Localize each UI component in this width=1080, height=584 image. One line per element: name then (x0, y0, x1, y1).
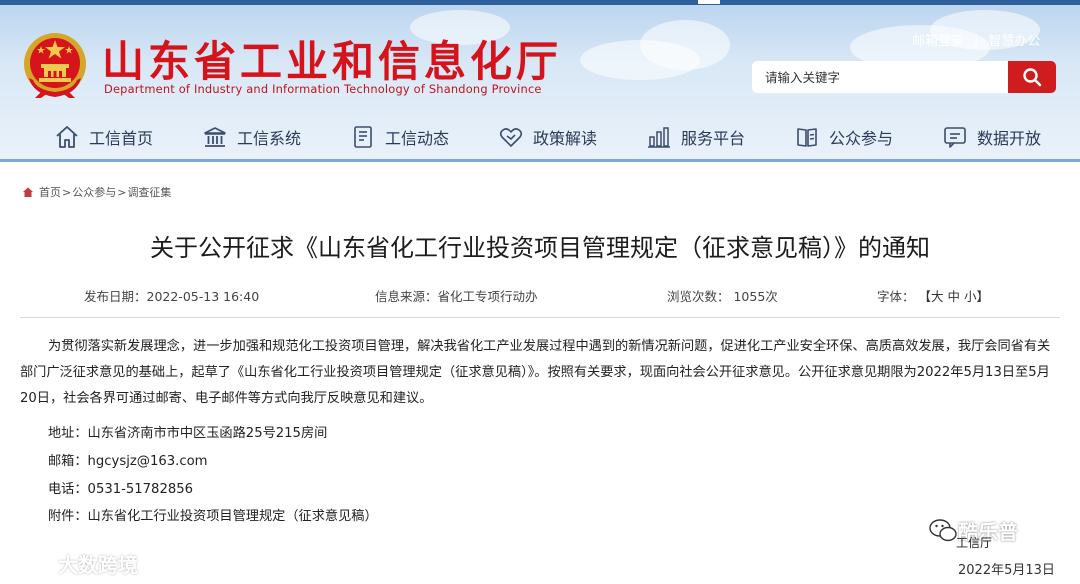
nav-item-policy[interactable]: 政策解读 (498, 120, 597, 154)
email-login-link[interactable]: 邮箱登录 (912, 34, 964, 49)
watermark-right: 酷乐普 工信厅 (928, 516, 1018, 550)
view-count: 浏览次数： 1055次 (667, 289, 778, 304)
nav-label: 工信系统 (237, 129, 302, 148)
site-header: 山东省工业和信息化厅 Department of Industry and In… (0, 0, 1080, 162)
breadcrumb-separator: > (117, 185, 127, 199)
book-icon (797, 128, 817, 147)
breadcrumb-separator: > (62, 185, 72, 199)
date-stamp: 2022年5月13日 (958, 563, 1055, 578)
search-input[interactable] (752, 61, 995, 93)
watermark-right-sub: 工信厅 (956, 536, 993, 550)
header-divider (0, 159, 1080, 162)
watermark-left: 大数跨境 (10, 549, 138, 578)
nav-item-public[interactable]: 公众参与 (794, 120, 893, 154)
address-line: 地址：山东省济南市市中区玉函路25号215房间 (48, 426, 328, 441)
breadcrumb-survey[interactable]: 调查征集 (127, 184, 171, 200)
email-line: 邮箱：hgcysjz@163.com (48, 454, 208, 469)
top-strip (0, 0, 1080, 5)
body-paragraph: 为贯彻落实新发展理念，进一步加强和规范化工投资项目管理，解决我省化工产业发展过程… (20, 339, 1051, 406)
breadcrumb-public[interactable]: 公众参与 (72, 184, 116, 200)
site-title: 山东省工业和信息化厅 (102, 37, 563, 86)
nav-label: 服务平台 (681, 129, 746, 148)
chart-bar-icon (648, 127, 670, 148)
font-size-control: 字体： 【大 中 小】 (877, 286, 989, 305)
national-emblem-logo (24, 33, 86, 98)
nav-item-data[interactable]: 数据开放 (942, 120, 1041, 154)
message-icon (944, 127, 966, 148)
nav-item-service[interactable]: 服务平台 (646, 120, 745, 154)
nav-item-system[interactable]: 工信系统 (202, 120, 301, 154)
meta-divider (20, 317, 1060, 318)
font-size-small[interactable]: 小】 (964, 289, 989, 304)
wechat-icon (929, 518, 957, 541)
attachment-link[interactable]: 附件：山东省化工行业投资项目管理规定（征求意见稿） (48, 505, 378, 524)
nav-item-news[interactable]: 工信动态 (350, 120, 449, 154)
search-box (752, 61, 1008, 93)
handshake-icon (499, 128, 523, 147)
breadcrumb-home[interactable]: 首页 (39, 184, 61, 200)
article-title: 关于公开征求《山东省化工行业投资项目管理规定（征求意见稿）》的通知 (150, 234, 930, 262)
document-list-icon (354, 126, 372, 148)
home-icon (56, 126, 78, 148)
main-nav: 工信首页 工信系统 工信动态 政策解读 服务平台 公众参与 数据开放 (0, 112, 1080, 162)
publish-date: 发布日期：2022-05-13 16:40 (84, 289, 260, 304)
watermark-logo-icon (12, 554, 52, 572)
nav-label: 工信首页 (89, 129, 154, 148)
nav-label: 政策解读 (533, 129, 598, 148)
nav-label: 公众参与 (829, 129, 894, 148)
article-body: 为贯彻落实新发展理念，进一步加强和规范化工投资项目管理，解决我省化工产业发展过程… (20, 334, 1060, 412)
smart-office-link[interactable]: 智慧办公 (988, 34, 1040, 49)
top-links: 邮箱登录 | 智慧办公 (912, 30, 1040, 49)
nav-item-home[interactable]: 工信首页 (54, 120, 153, 154)
nav-label: 工信动态 (385, 129, 450, 148)
top-link-separator: | (974, 34, 979, 49)
watermark-left-text: 大数跨境 (58, 553, 138, 577)
font-size-large[interactable]: 【大 (919, 289, 944, 304)
search-button[interactable] (1008, 61, 1056, 93)
home-icon (23, 187, 33, 197)
nav-label: 数据开放 (977, 129, 1042, 148)
font-size-medium[interactable]: 中 (948, 289, 961, 304)
info-source: 信息来源：省化工专项行动办 (375, 289, 538, 304)
building-icon (204, 127, 226, 147)
font-size-label: 字体： (877, 289, 915, 304)
search-icon (1023, 68, 1042, 87)
breadcrumb: 首页 > 公众参与 > 调查征集 (22, 184, 171, 200)
phone-line: 电话：0531-51782856 (48, 482, 194, 497)
site-subtitle: Department of Industry and Information T… (104, 82, 542, 96)
